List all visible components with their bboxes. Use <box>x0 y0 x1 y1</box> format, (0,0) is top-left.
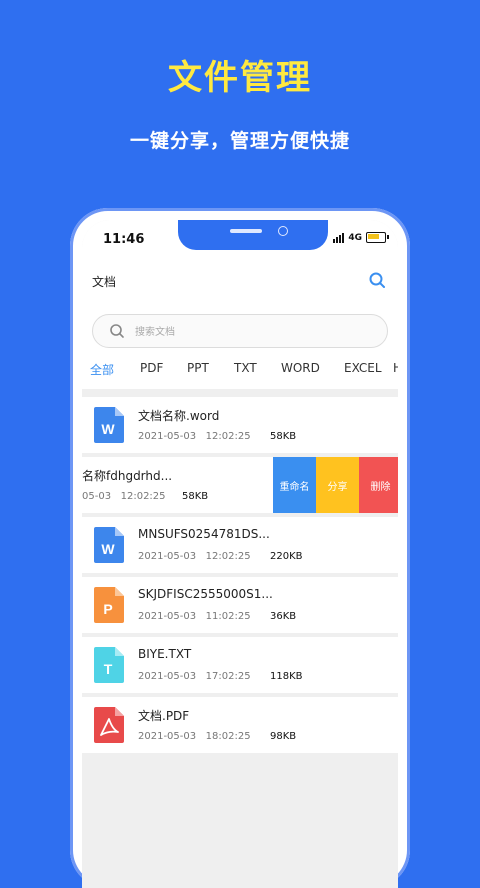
battery-icon <box>366 232 389 243</box>
txt-file-icon: T <box>94 647 124 683</box>
pdf-file-icon <box>94 707 124 743</box>
file-datetime: 2021-05-03 12:02:25 <box>138 551 251 562</box>
file-size: 118KB <box>270 671 303 682</box>
file-letter: P <box>103 601 112 617</box>
phone-notch <box>178 220 328 250</box>
file-row[interactable]: 文档.PDF 2021-05-03 18:02:25 98KB <box>82 697 398 753</box>
ppt-file-icon: P <box>94 587 124 623</box>
file-datetime: 2021-05-03 18:02:25 <box>138 731 251 742</box>
tab-word[interactable]: WORD <box>281 361 320 375</box>
hero-subtitle: 一键分享，管理方便快捷 <box>129 130 350 152</box>
file-row[interactable]: W 文档名称.word 2021-05-03 12:02:25 58KB <box>82 397 398 453</box>
search-input[interactable] <box>133 321 337 343</box>
filter-tabs: 全部 PDF PPT TXT WORD EXCEL H <box>82 355 398 389</box>
tab-more[interactable]: H <box>393 361 398 375</box>
file-name: 文档名称.word <box>138 409 220 423</box>
search-box[interactable] <box>92 314 388 348</box>
phone-screen: 11:46 4G 文档 搜索文档 全部 PDF PPT TXT WORD EXC… <box>82 220 398 888</box>
file-name: SKJDFISC2555000S1... <box>138 587 273 601</box>
app-header: 文档 <box>82 260 398 300</box>
file-datetime: 05-03 12:02:25 <box>82 491 166 502</box>
speaker-grille <box>230 229 262 233</box>
file-time: 11:02:25 <box>205 611 251 622</box>
page-title: 文档 <box>92 275 117 289</box>
file-datetime: 2021-05-03 11:02:25 <box>138 611 251 622</box>
tab-ppt[interactable]: PPT <box>187 361 209 375</box>
file-time: 17:02:25 <box>205 671 251 682</box>
tab-pdf[interactable]: PDF <box>140 361 163 375</box>
phone-frame: 11:46 4G 文档 搜索文档 全部 PDF PPT TXT WORD EXC… <box>70 208 410 888</box>
file-letter: W <box>101 541 115 557</box>
file-date: 05-03 <box>82 491 112 502</box>
file-size: 58KB <box>270 431 297 442</box>
word-file-icon: W <box>94 407 124 443</box>
file-row[interactable]: P SKJDFISC2555000S1... 2021-05-03 11:02:… <box>82 577 398 633</box>
file-time: 12:02:25 <box>205 431 251 442</box>
signal-icon <box>333 232 345 243</box>
magnifier-icon <box>110 324 124 338</box>
status-indicators: 4G <box>333 232 389 243</box>
file-letter: T <box>104 661 113 677</box>
word-file-icon: W <box>94 527 124 563</box>
file-size: 58KB <box>182 491 209 502</box>
hero-title: 文件管理 <box>168 58 312 98</box>
file-name: MNSUFS0254781DS... <box>138 527 270 541</box>
status-time: 11:46 <box>103 232 145 247</box>
file-datetime: 2021-05-03 17:02:25 <box>138 671 251 682</box>
front-camera <box>278 226 288 236</box>
file-size: 220KB <box>270 551 303 562</box>
file-name: BIYE.TXT <box>138 647 192 661</box>
share-button[interactable]: 分享 <box>316 457 359 513</box>
file-date: 2021-05-03 <box>138 731 197 742</box>
file-date: 2021-05-03 <box>138 551 197 562</box>
search-area <box>82 300 398 355</box>
file-date: 2021-05-03 <box>138 611 197 622</box>
tab-excel[interactable]: EXCEL <box>344 361 382 375</box>
tab-txt[interactable]: TXT <box>234 361 257 375</box>
file-datetime: 2021-05-03 12:02:25 <box>138 431 251 442</box>
file-date: 2021-05-03 <box>138 431 197 442</box>
file-row[interactable]: T BIYE.TXT 2021-05-03 17:02:25 118KB <box>82 637 398 693</box>
file-date: 2021-05-03 <box>138 671 197 682</box>
network-label: 4G <box>348 232 362 243</box>
rename-button[interactable]: 重命名 <box>273 457 316 513</box>
file-letter: W <box>101 421 115 437</box>
file-name: 文档.PDF <box>138 709 190 723</box>
file-size: 98KB <box>270 731 297 742</box>
file-name: 名称fdhgdrhd... <box>82 469 173 483</box>
file-size: 36KB <box>270 611 297 622</box>
delete-button[interactable]: 删除 <box>359 457 398 513</box>
file-row-swiped[interactable]: 名称fdhgdrhd... 05-03 12:02:25 58KB 重命名 分享… <box>82 457 398 513</box>
file-row[interactable]: W MNSUFS0254781DS... 2021-05-03 12:02:25… <box>82 517 398 573</box>
file-time: 18:02:25 <box>205 731 251 742</box>
search-icon[interactable] <box>368 271 386 289</box>
file-time: 12:02:25 <box>120 491 166 502</box>
tab-all[interactable]: 全部 <box>90 361 114 378</box>
file-time: 12:02:25 <box>205 551 251 562</box>
